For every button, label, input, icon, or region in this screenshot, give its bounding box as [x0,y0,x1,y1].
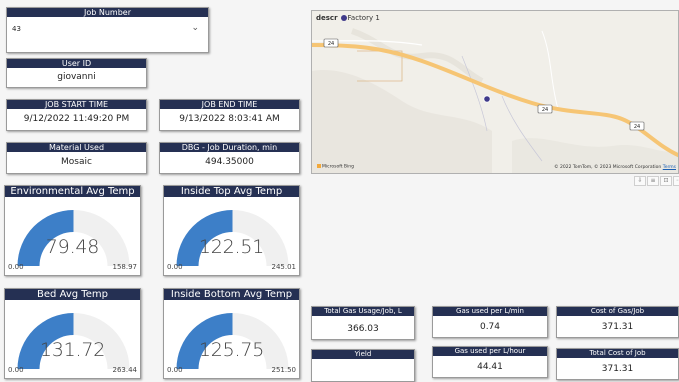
bing-logo-icon [317,163,321,168]
gauge-min: 0.00 [167,263,183,271]
job-start-label: JOB START TIME [7,100,146,109]
legend-item: Factory 1 [347,14,380,22]
duration-value: 494.35000 [205,157,254,167]
total-cost-value: 371.31 [601,364,634,374]
map-canvas[interactable]: 24 24 24 [312,11,679,174]
gauge-inside-bottom-temp: Inside Bottom Avg Temp 125.75 0.00 251.5… [163,288,300,379]
gauge-max: 263.44 [112,366,138,374]
gas-per-hour-card: Gas used per L/hour 44.41 [432,346,548,378]
gas-per-hour-label: Gas used per L/hour [433,347,547,356]
map-provider: Microsoft Bing [317,163,354,169]
road-shield-label: 24 [634,124,640,130]
terms-link[interactable]: Terms [663,165,676,170]
job-start-value: 9/12/2022 11:49:20 PM [23,114,130,124]
gauge-value: 79.48 [45,236,100,258]
job-end-label: JOB END TIME [160,100,299,109]
road-shield: 24 [323,38,339,48]
export-icon[interactable]: ⇩ [634,176,646,186]
total-cost-label: Total Cost of Job [557,349,678,358]
job-number-label: Job Number [7,8,208,17]
yield-card: Yield [311,349,415,382]
road-shield: 24 [629,121,645,131]
cost-gas-card: Cost of Gas/Job 371.31 [556,306,679,338]
yield-label: Yield [312,350,414,359]
user-id-label: User ID [7,59,146,68]
cost-gas-value: 371.31 [601,322,634,332]
map-legend: descr Factory 1 [316,14,380,22]
gauge-inside-top-temp: Inside Top Avg Temp 122.51 0.00 245.01 [163,185,300,276]
material-card: Material Used Mosaic [6,142,147,174]
gas-per-min-card: Gas used per L/min 0.74 [432,306,548,338]
gauge-environmental-temp: Environmental Avg Temp 79.48 0.00 158.97 [4,185,141,276]
duration-label: DBG - Job Duration, min [160,143,299,152]
map-attribution: © 2022 TomTom, © 2023 Microsoft Corporat… [554,165,676,170]
gauge-value: 122.51 [198,236,265,258]
gauge-min: 0.00 [8,366,24,374]
road-shield-label: 24 [328,41,334,47]
job-number-value: 43 [12,25,21,33]
total-cost-card: Total Cost of Job 371.31 [556,348,679,380]
gauge-bed-temp: Bed Avg Temp 131.72 0.00 263.44 [4,288,141,379]
job-number-slicer[interactable]: Job Number 43 ⌄ [6,7,209,53]
factory-marker[interactable] [483,95,491,103]
job-end-card: JOB END TIME 9/13/2022 8:03:41 AM [159,99,300,131]
job-start-card: JOB START TIME 9/12/2022 11:49:20 PM [6,99,147,131]
cost-gas-label: Cost of Gas/Job [557,307,678,316]
gauge-max: 245.01 [271,263,297,271]
job-number-dropdown[interactable]: 43 ⌄ [11,22,204,38]
total-gas-card: Total Gas Usage/Job, L 366.03 [311,306,415,340]
gas-per-min-value: 0.74 [479,322,501,332]
user-id-value: giovanni [57,72,96,82]
road-shield-label: 24 [542,107,548,113]
job-end-value: 9/13/2022 8:03:41 AM [179,114,280,124]
map-visual[interactable]: 24 24 24 descr Factory 1 Microsoft Bing ©… [311,10,679,174]
gauge-value: 131.72 [39,339,106,361]
more-options-icon[interactable]: ⋯ [673,176,679,186]
gauge-max: 158.97 [112,263,138,271]
material-value: Mosaic [61,157,92,167]
gauge-min: 0.00 [167,366,183,374]
user-id-card: User ID giovanni [6,58,147,88]
road-shield: 24 [537,104,553,114]
duration-card: DBG - Job Duration, min 494.35000 [159,142,300,174]
visual-header-icons: ⇩ ≡ ⊡ ⋯ [634,176,679,186]
chevron-down-icon: ⌄ [191,23,199,33]
filter-icon[interactable]: ≡ [647,176,659,186]
gauge-value: 125.75 [198,339,265,361]
gas-per-min-label: Gas used per L/min [433,307,547,316]
legend-dot-icon [340,14,347,21]
total-gas-label: Total Gas Usage/Job, L [312,307,414,316]
legend-title: descr [316,14,338,22]
gauge-min: 0.00 [8,263,24,271]
total-gas-value: 366.03 [347,324,379,334]
gauge-max: 251.50 [271,366,297,374]
material-label: Material Used [7,143,146,152]
focus-mode-icon[interactable]: ⊡ [660,176,672,186]
gas-per-hour-value: 44.41 [477,362,503,372]
